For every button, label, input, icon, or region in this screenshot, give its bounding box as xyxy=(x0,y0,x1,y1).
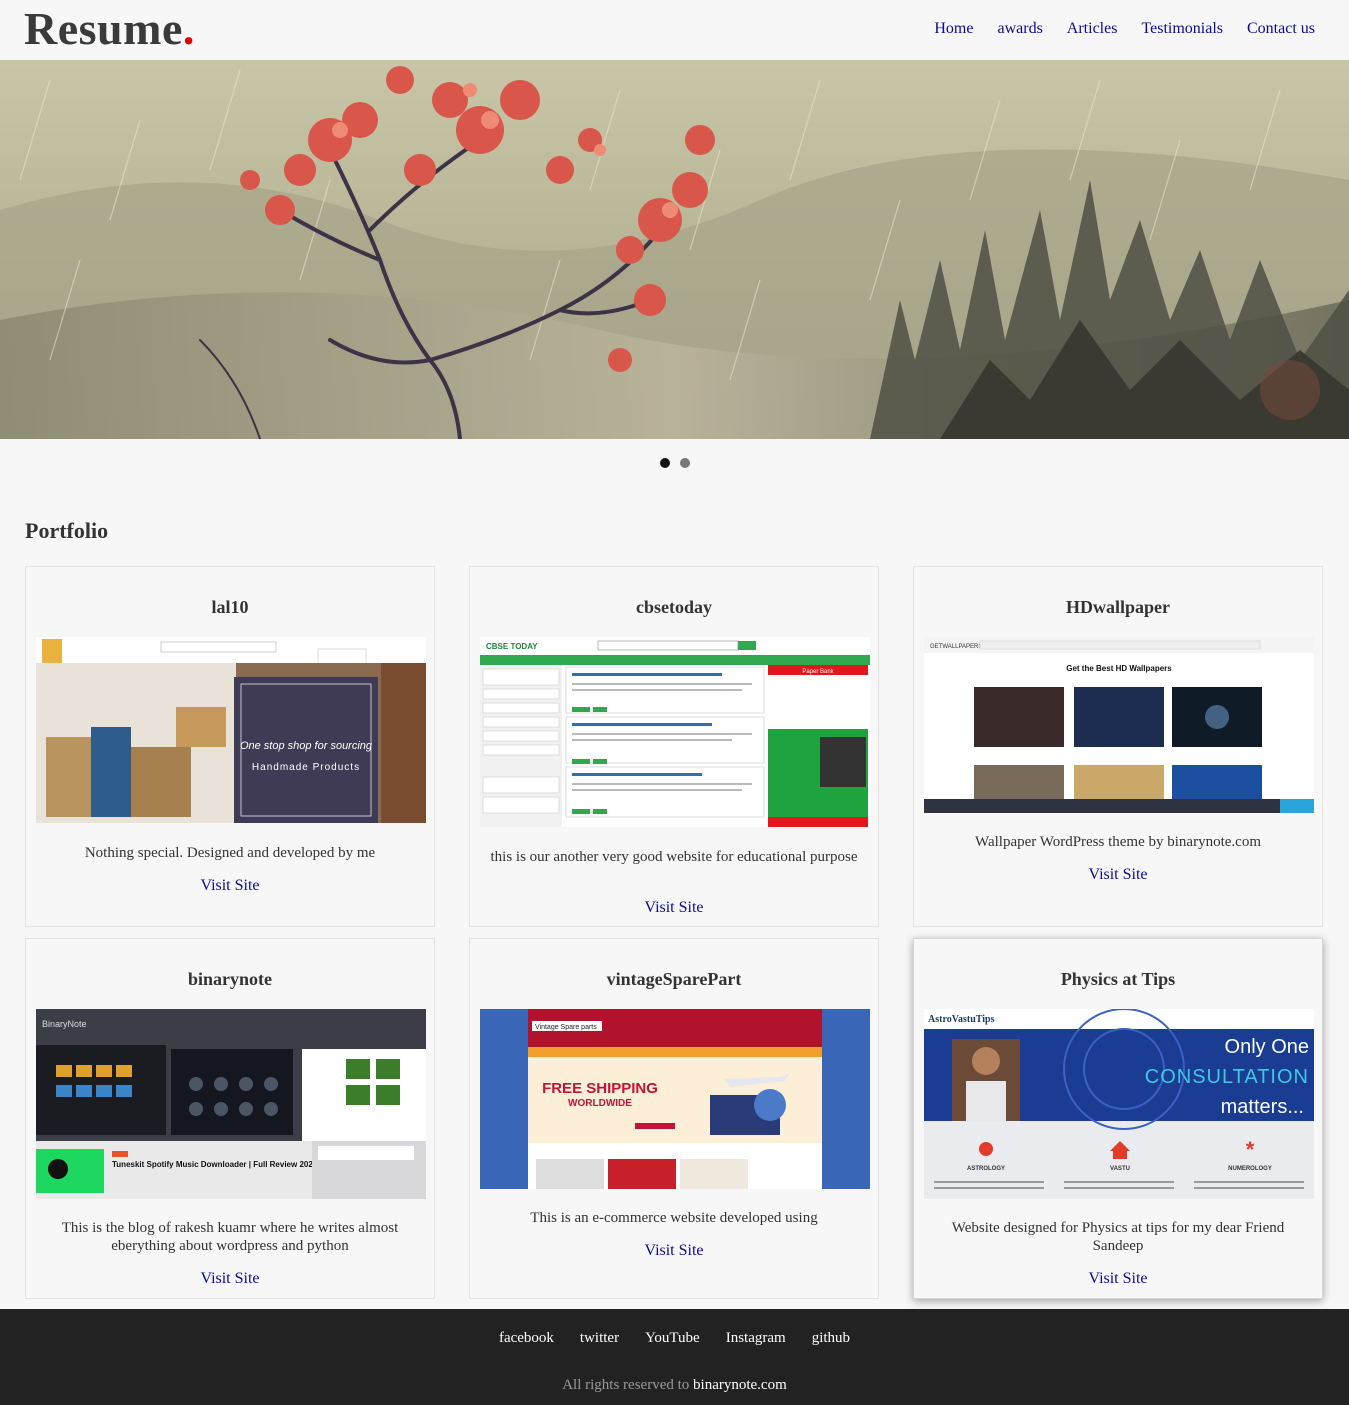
card-description: This is the blog of rakesh kuamr where h… xyxy=(61,1220,399,1254)
social-links: facebook twitter YouTube Instagram githu… xyxy=(0,1329,1349,1347)
card-thumbnail[interactable]: AstroVastuTips Only One CONSULTATION mat… xyxy=(924,1009,1314,1199)
copyright: All rights reserved to binarynote.com xyxy=(562,1377,787,1393)
card-thumbnail[interactable]: CBSE TODAY Paper Bank xyxy=(480,637,870,827)
thumb-headline: Get the Best HD Wallpapers xyxy=(1066,664,1172,673)
copyright-site-link[interactable]: binarynote.com xyxy=(693,1377,787,1393)
hero-image xyxy=(0,60,1349,439)
thumb-col-2: VASTU xyxy=(1110,1166,1130,1172)
thumb-col-3: NUMEROLOGY xyxy=(1228,1166,1272,1172)
footer-link-github[interactable]: github xyxy=(812,1330,850,1346)
card-title: binarynote xyxy=(187,969,272,989)
visit-site-link[interactable]: Visit Site xyxy=(470,1242,878,1260)
thumb-banner-1: FREE SHIPPING xyxy=(542,1080,658,1097)
card-description: This is an e-commerce website developed … xyxy=(530,1210,818,1226)
thumb-line-1: Only One xyxy=(1225,1036,1309,1058)
portfolio-card-hdwallpaper: HDwallpaper GETWALLPAPERS Get the Best H… xyxy=(913,566,1323,927)
site-footer: facebook twitter YouTube Instagram githu… xyxy=(0,1309,1349,1405)
card-title: HDwallpaper xyxy=(1065,597,1170,617)
visit-site-link[interactable]: Visit Site xyxy=(470,899,878,917)
portfolio-card-binarynote: binarynote BinaryNote Tuneskit Spotify M… xyxy=(25,938,435,1299)
thumb-brand: CBSE TODAY xyxy=(486,642,538,651)
thumb-brand: Vintage Spare parts xyxy=(535,1024,597,1031)
thumb-col-1: ASTROLOGY xyxy=(967,1166,1005,1172)
visit-site-link[interactable]: Visit Site xyxy=(914,866,1322,884)
portfolio-title: Portfolio xyxy=(25,518,109,543)
nav-testimonials[interactable]: Testimonials xyxy=(1141,20,1223,38)
visit-site-link[interactable]: Visit Site xyxy=(914,1270,1322,1288)
footer-link-youtube[interactable]: YouTube xyxy=(645,1330,700,1346)
footer-link-twitter[interactable]: twitter xyxy=(580,1330,619,1346)
card-thumbnail[interactable]: BinaryNote Tuneskit Spotify Music Downlo… xyxy=(36,1009,426,1199)
portfolio-card-physics-at-tips: Physics at Tips AstroVastuTips Only One … xyxy=(913,938,1323,1299)
main-nav: Home awards Articles Testimonials Contac… xyxy=(910,20,1315,38)
card-title: Physics at Tips xyxy=(1060,969,1176,989)
footer-link-instagram[interactable]: Instagram xyxy=(726,1330,786,1346)
thumb-side-title: Paper Bank xyxy=(802,669,834,675)
thumb-line-2: CONSULTATION xyxy=(1145,1066,1309,1088)
portfolio-card-vintagesparepart: vintageSparePart Vintage Spare parts FRE… xyxy=(469,938,879,1299)
hero-slider[interactable] xyxy=(0,60,1349,439)
nav-awards[interactable]: awards xyxy=(997,20,1042,38)
thumb-brand: GETWALLPAPERS xyxy=(930,644,982,650)
card-description: Wallpaper WordPress theme by binarynote.… xyxy=(975,834,1261,850)
portfolio-card-lal10: lal10 One stop shop for sourcing Handmad… xyxy=(25,566,435,927)
nav-articles[interactable]: Articles xyxy=(1067,20,1118,38)
card-thumbnail[interactable]: GETWALLPAPERS Get the Best HD Wallpapers xyxy=(924,637,1314,813)
thumb-post-title: Tuneskit Spotify Music Downloader | Full… xyxy=(112,1160,319,1169)
site-logo[interactable]: Resume. xyxy=(24,2,195,55)
slider-dot-1[interactable] xyxy=(659,458,670,468)
visit-site-link[interactable]: Visit Site xyxy=(26,877,434,895)
portfolio-card-cbsetoday: cbsetoday CBSE TODAY Paper Bank this is … xyxy=(469,566,879,927)
nav-contact[interactable]: Contact us xyxy=(1247,20,1315,38)
card-thumbnail[interactable]: One stop shop for sourcing Handmade Prod… xyxy=(36,637,426,823)
thumb-line-3: matters... xyxy=(1221,1096,1304,1118)
slider-dots xyxy=(0,458,1349,468)
card-thumbnail[interactable]: Vintage Spare parts FREE SHIPPING WORLDW… xyxy=(480,1009,870,1189)
visit-site-link[interactable]: Visit Site xyxy=(26,1270,434,1288)
card-title: cbsetoday xyxy=(636,597,712,617)
card-description: Nothing special. Designed and developed … xyxy=(84,845,376,861)
top-header: Resume. Home awards Articles Testimonial… xyxy=(0,0,1349,60)
card-description: this is our another very good website fo… xyxy=(490,849,858,865)
footer-link-facebook[interactable]: facebook xyxy=(499,1330,554,1346)
thumb-brand: BinaryNote xyxy=(42,1019,87,1029)
slider-dot-2[interactable] xyxy=(679,458,690,468)
card-description: Website designed for Physics at tips for… xyxy=(951,1220,1285,1254)
card-title: vintageSparePart xyxy=(606,969,742,989)
thumb-text-1: One stop shop for sourcing xyxy=(240,740,373,752)
thumb-text-2: Handmade Products xyxy=(252,762,360,773)
svg-text:*: * xyxy=(1246,1137,1255,1162)
nav-home[interactable]: Home xyxy=(934,20,973,38)
thumb-brand: AstroVastuTips xyxy=(928,1014,995,1025)
card-title: lal10 xyxy=(211,597,249,617)
thumb-banner-2: WORLDWIDE xyxy=(568,1098,632,1109)
